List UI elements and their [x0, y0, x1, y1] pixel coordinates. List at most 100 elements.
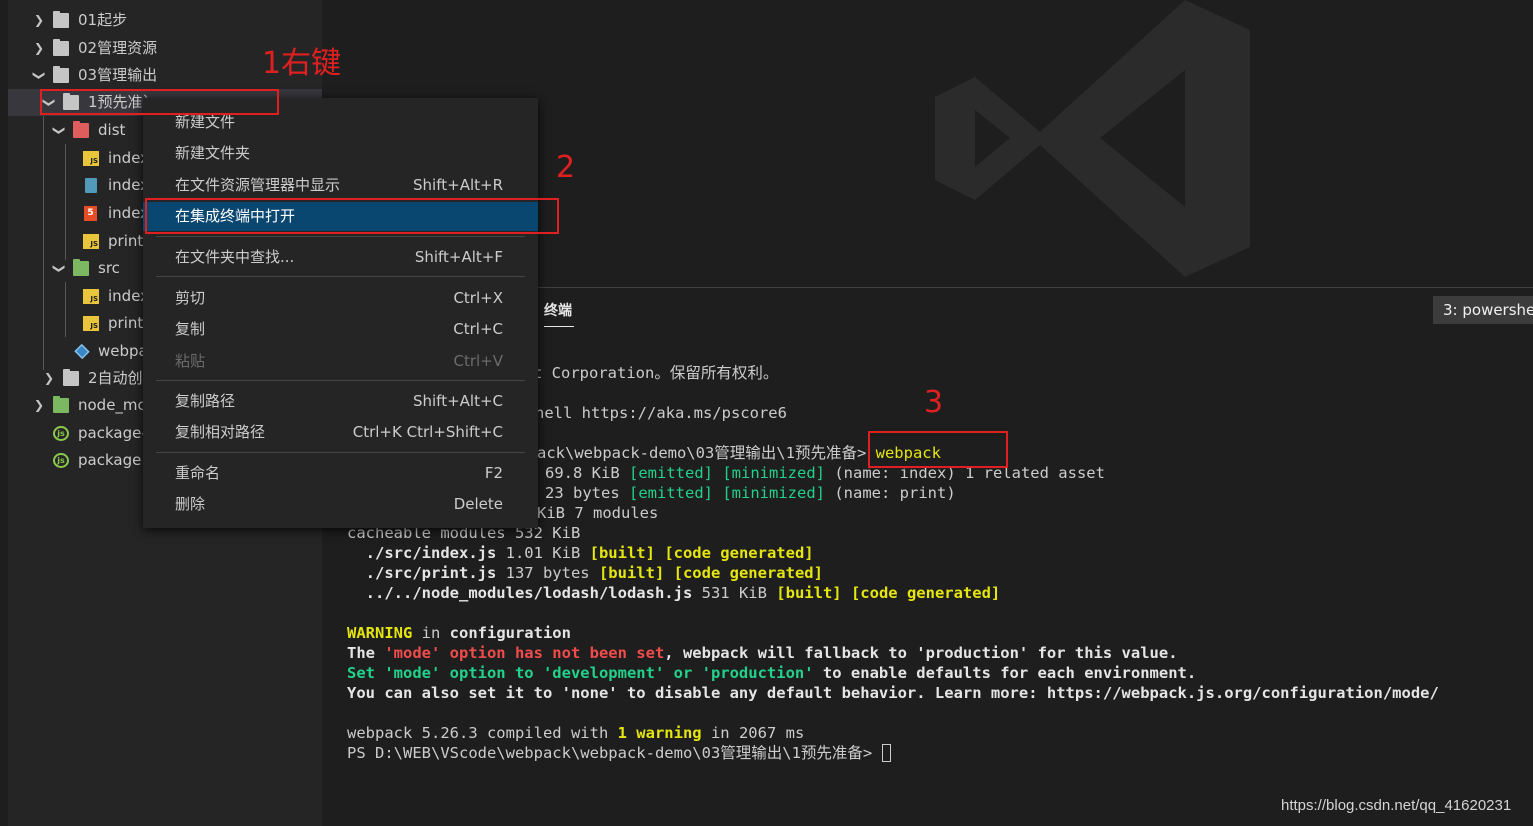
- node-modules-folder-icon: [53, 396, 69, 413]
- menu-item-label: 删除: [175, 495, 206, 513]
- terminal-text: 531 KiB: [692, 584, 777, 602]
- menu-item-shortcut: Delete: [453, 495, 503, 513]
- terminal-line: hell https://aka.ms/pscore6: [535, 403, 1533, 423]
- nodejs-file-icon: js: [53, 426, 69, 441]
- tree-item-label: package-: [78, 424, 147, 442]
- emitted-tag: [emitted]: [629, 464, 713, 482]
- terminal-text: The: [347, 644, 385, 662]
- built-tag: [built]: [598, 564, 665, 582]
- annotation-box-menu-item: [145, 198, 559, 234]
- menu-item-delete[interactable]: 删除 Delete: [143, 490, 538, 519]
- chevron-right-icon: ❯: [43, 371, 55, 385]
- chevron-right-icon: ❯: [33, 41, 45, 55]
- terminal-line: ./src/print.js 137 bytes [built] [code g…: [347, 563, 1527, 583]
- js-file-icon: JS: [83, 234, 99, 249]
- menu-item-label: 剪切: [175, 289, 206, 307]
- menu-item-label: 复制路径: [175, 392, 236, 410]
- code-generated-tag: [code generated]: [664, 544, 814, 562]
- warning-label: WARNING: [347, 624, 413, 642]
- menu-item-shortcut: Shift+Alt+C: [412, 392, 503, 410]
- html-file-icon: 5: [84, 206, 97, 221]
- source-watermark: https://blog.csdn.net/qq_41620231: [1281, 797, 1512, 814]
- menu-item-rename[interactable]: 重命名 F2: [143, 459, 538, 488]
- tree-item-label: 2自动创: [88, 369, 143, 387]
- menu-item-label: 在文件资源管理器中显示: [175, 176, 341, 194]
- menu-item-shortcut: Ctrl+V: [453, 352, 503, 370]
- tree-item-folder[interactable]: ❯ 01起步: [8, 7, 322, 34]
- menu-item-copy[interactable]: 复制 Ctrl+C: [143, 315, 538, 344]
- tree-item-label: dist: [98, 121, 126, 139]
- menu-separator: [156, 236, 525, 237]
- menu-item-new-folder[interactable]: 新建文件夹: [143, 139, 538, 168]
- annotation-step-3: 3: [924, 385, 944, 420]
- menu-item-copy-path[interactable]: 复制路径 Shift+Alt+C: [143, 387, 538, 416]
- terminal-text: webpack 5.26.3 compiled with: [347, 724, 618, 742]
- menu-separator: [156, 452, 525, 453]
- menu-item-shortcut: Ctrl+X: [453, 289, 503, 307]
- terminal-instance-select[interactable]: 3: powershell: [1433, 296, 1533, 324]
- warning-count: 1 warning: [617, 724, 702, 742]
- src-folder-icon: [73, 259, 89, 276]
- dist-folder-icon: [73, 121, 89, 138]
- menu-item-paste: 粘贴 Ctrl+V: [143, 347, 538, 376]
- terminal-hint-text: Set: [347, 664, 385, 682]
- annotation-step-2: 2: [556, 150, 576, 185]
- terminal-prompt: ack\webpack-demo\03管理输出\1预先准备>: [537, 444, 876, 462]
- terminal-line: Set 'mode' option to 'development' or 'p…: [347, 663, 1527, 683]
- terminal-text: configuration: [449, 624, 571, 642]
- chevron-down-icon: ❯: [52, 125, 67, 136]
- webpack-config-icon: [74, 343, 90, 360]
- terminal-line[interactable]: PS D:\WEB\VScode\webpack\webpack-demo\03…: [347, 743, 1527, 763]
- terminal-line: 23 bytes [emitted] [minimized] (name: pr…: [545, 483, 1533, 503]
- emitted-tag: [emitted]: [629, 484, 713, 502]
- code-generated-tag: [code generated]: [673, 564, 823, 582]
- menu-item-shortcut: Ctrl+K Ctrl+Shift+C: [352, 423, 503, 441]
- terminal-line: The 'mode' option has not been set, webp…: [347, 643, 1527, 663]
- context-menu: 新建文件 新建文件夹 在文件资源管理器中显示 Shift+Alt+R 在集成终端…: [143, 98, 538, 528]
- terminal-text: t Corporation。保留所有权利。: [533, 364, 779, 382]
- nodejs-file-icon: js: [53, 453, 69, 468]
- terminal-cursor: [881, 744, 891, 762]
- terminal-text: to enable defaults for each environment.: [813, 664, 1197, 682]
- terminal-text: , webpack will fallback to 'production' …: [664, 644, 1178, 662]
- built-tag: [built]: [589, 544, 655, 562]
- folder-icon: [53, 39, 69, 56]
- terminal-prompt: PS D:\WEB\VScode\webpack\webpack-demo\03…: [347, 744, 882, 762]
- menu-item-label: 复制相对路径: [175, 423, 266, 441]
- terminal-text: 23 bytes: [545, 484, 629, 502]
- terminal-text: 69.8 KiB: [545, 464, 629, 482]
- menu-item-reveal-in-explorer[interactable]: 在文件资源管理器中显示 Shift+Alt+R: [143, 171, 538, 200]
- tree-item-label: 03管理输出: [78, 66, 158, 84]
- menu-item-shortcut: Shift+Alt+R: [413, 176, 503, 194]
- chevron-down-icon: ❯: [32, 70, 47, 81]
- menu-item-shortcut: F2: [484, 464, 503, 482]
- menu-item-copy-relative-path[interactable]: 复制相对路径 Ctrl+K Ctrl+Shift+C: [143, 418, 538, 447]
- terminal-text: 1.01 KiB: [496, 544, 590, 562]
- terminal-text: in 2067 ms: [701, 724, 805, 742]
- tree-item-label: node_mc: [78, 396, 146, 414]
- menu-item-cut[interactable]: 剪切 Ctrl+X: [143, 284, 538, 313]
- terminal-line: t Corporation。保留所有权利。: [533, 363, 1533, 383]
- tree-item-label: src: [98, 259, 120, 277]
- menu-item-find-in-folder[interactable]: 在文件夹中查找... Shift+Alt+F: [143, 243, 538, 272]
- terminal-line: You can also set it to 'none' to disable…: [347, 683, 1527, 703]
- built-tag: [built]: [776, 584, 842, 602]
- menu-item-label: 粘贴: [175, 352, 206, 370]
- tree-item-label: webpa: [98, 342, 148, 360]
- code-generated-tag: [code generated]: [850, 584, 1001, 602]
- tab-terminal[interactable]: 终端: [544, 300, 572, 320]
- menu-item-shortcut: Ctrl+C: [453, 320, 503, 338]
- folder-open-icon: [53, 66, 69, 83]
- sidebar-edge: [0, 0, 8, 826]
- module-path: ./src/index.js: [347, 544, 497, 562]
- vscode-logo-icon: [935, 0, 1250, 277]
- terminal-line: ./src/index.js 1.01 KiB [built] [code ge…: [347, 543, 1527, 563]
- terminal-hint-text: 'mode' option to 'development' or 'produ…: [384, 664, 814, 682]
- menu-separator: [156, 380, 525, 381]
- terminal-text: (name: print): [825, 484, 956, 502]
- terminal-line: 69.8 KiB [emitted] [minimized] (name: in…: [545, 463, 1533, 483]
- terminal-line: ack\webpack-demo\03管理输出\1预先准备> webpack: [537, 443, 1533, 463]
- tab-active-underline: [544, 326, 574, 327]
- folder-icon: [53, 11, 69, 28]
- menu-item-shortcut: Shift+Alt+F: [414, 248, 503, 266]
